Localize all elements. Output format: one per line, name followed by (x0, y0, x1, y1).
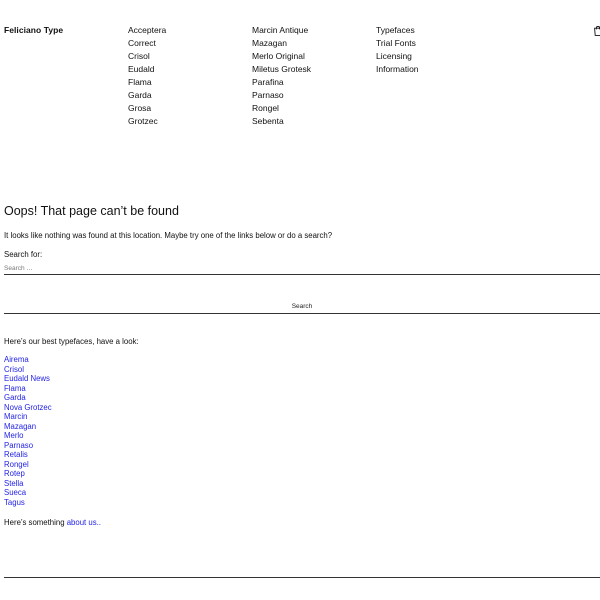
typeface-link[interactable]: Nova Grotzec (4, 403, 52, 412)
list-item: Merlo (4, 431, 52, 441)
list-item: Eudald News (4, 374, 52, 384)
nav-item[interactable]: Parafina (252, 76, 311, 89)
nav-item[interactable]: Eudald (128, 63, 166, 76)
footer-divider (4, 577, 600, 578)
about-text: Here’s something about us.. (4, 517, 101, 528)
typeface-link[interactable]: Airema (4, 355, 29, 364)
typeface-link[interactable]: Rongel (4, 460, 29, 469)
bag-icon[interactable] (594, 26, 600, 36)
nav-item[interactable]: Flama (128, 76, 166, 89)
nav-item[interactable]: Mazagan (252, 37, 311, 50)
nav-item-typefaces[interactable]: Typefaces (376, 24, 419, 37)
list-item: Stella (4, 479, 52, 489)
list-item: Rotep (4, 469, 52, 479)
typeface-link[interactable]: Retalis (4, 450, 28, 459)
about-link[interactable]: about us.. (67, 518, 101, 527)
nav-item[interactable]: Rongel (252, 102, 311, 115)
nav-item-licensing[interactable]: Licensing (376, 50, 419, 63)
page: Feliciano Type Acceptera Correct Crisol … (0, 0, 600, 600)
typeface-link[interactable]: Merlo (4, 431, 24, 440)
typeface-link[interactable]: Eudald News (4, 374, 50, 383)
nav-item[interactable]: Crisol (128, 50, 166, 63)
list-item: Garda (4, 393, 52, 403)
nav-item[interactable]: Sebenta (252, 115, 311, 128)
nav-item-information[interactable]: Information (376, 63, 419, 76)
list-item: Nova Grotzec (4, 403, 52, 413)
intro-text: It looks like nothing was found at this … (4, 231, 333, 240)
search-input[interactable] (4, 262, 600, 275)
nav-column-typefaces-b: Marcin Antique Mazagan Merlo Original Mi… (252, 24, 311, 128)
search-button[interactable]: Search (4, 299, 600, 314)
typeface-link[interactable]: Flama (4, 384, 26, 393)
nav-item[interactable]: Parnaso (252, 89, 311, 102)
search-label: Search for: (4, 250, 43, 259)
list-item: Rongel (4, 460, 52, 470)
typeface-link[interactable]: Parnaso (4, 441, 33, 450)
list-item: Mazagan (4, 422, 52, 432)
nav-item[interactable]: Grotzec (128, 115, 166, 128)
typeface-link[interactable]: Mazagan (4, 422, 36, 431)
typeface-link[interactable]: Sueca (4, 488, 26, 497)
brand-logo[interactable]: Feliciano Type (4, 24, 63, 37)
list-item: Flama (4, 384, 52, 394)
list-item: Crisol (4, 365, 52, 375)
list-item: Parnaso (4, 441, 52, 451)
typeface-link[interactable]: Marcin (4, 412, 27, 421)
page-title: Oops! That page can’t be found (4, 204, 179, 218)
nav-item-trial-fonts[interactable]: Trial Fonts (376, 37, 419, 50)
nav-item[interactable]: Miletus Grotesk (252, 63, 311, 76)
nav-column-typefaces-a: Acceptera Correct Crisol Eudald Flama Ga… (128, 24, 166, 128)
nav-item[interactable]: Marcin Antique (252, 24, 311, 37)
best-typefaces-intro: Here’s our best typefaces, have a look: (4, 337, 139, 346)
typeface-list: Airema Crisol Eudald News Flama Garda No… (4, 355, 52, 507)
site-header: Feliciano Type Acceptera Correct Crisol … (0, 24, 600, 134)
list-item: Airema (4, 355, 52, 365)
list-item: Sueca (4, 488, 52, 498)
nav-item[interactable]: Grosa (128, 102, 166, 115)
list-item: Marcin (4, 412, 52, 422)
list-item: Retalis (4, 450, 52, 460)
typeface-link[interactable]: Rotep (4, 469, 25, 478)
nav-item[interactable]: Acceptera (128, 24, 166, 37)
typeface-link[interactable]: Crisol (4, 365, 24, 374)
nav-column-site: Typefaces Trial Fonts Licensing Informat… (376, 24, 419, 76)
about-prefix: Here’s something (4, 518, 67, 527)
typeface-link[interactable]: Stella (4, 479, 24, 488)
nav-item[interactable]: Merlo Original (252, 50, 311, 63)
list-item: Tagus (4, 498, 52, 508)
typeface-link[interactable]: Garda (4, 393, 26, 402)
typeface-link[interactable]: Tagus (4, 498, 25, 507)
nav-item[interactable]: Garda (128, 89, 166, 102)
nav-item[interactable]: Correct (128, 37, 166, 50)
